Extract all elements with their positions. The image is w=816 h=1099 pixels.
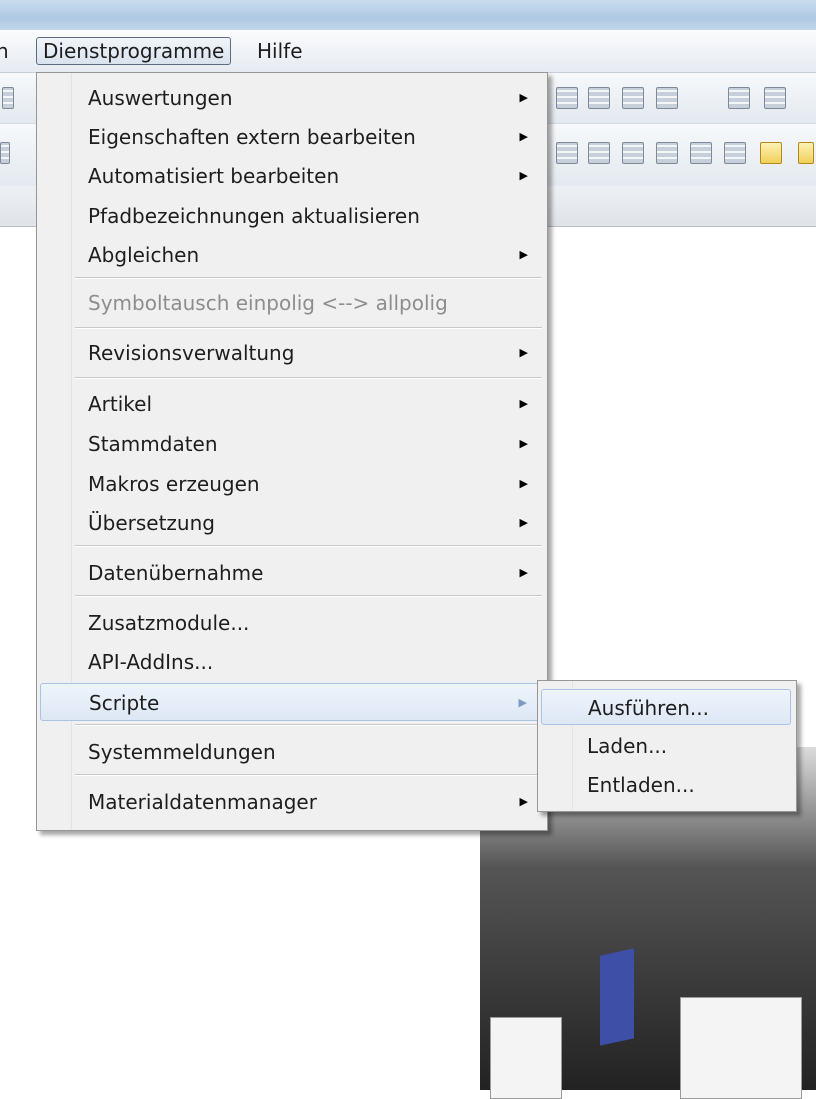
symbol-icon[interactable] [690, 142, 712, 164]
menu-item[interactable]: Scripte ▶ [40, 683, 542, 721]
menu-item[interactable]: Auswertungen ▶ [40, 79, 542, 117]
submenu-item-label: Entladen... [587, 773, 695, 797]
menu-item[interactable]: Artikel ▶ [40, 385, 542, 423]
menu-item[interactable]: Systemmeldungen [40, 733, 542, 771]
menu-item[interactable]: Übersetzung ▶ [40, 504, 542, 542]
menu-item-label: Zusatzmodule... [88, 611, 250, 635]
menu-separator [75, 545, 542, 547]
menu-item[interactable]: Pfadbezeichnungen aktualisieren [40, 197, 542, 235]
menubar-item-partial[interactable]: n [0, 37, 15, 65]
page-icon[interactable] [0, 142, 10, 164]
table-icon[interactable] [556, 87, 578, 109]
menu-item-label: Abgleichen [88, 243, 200, 267]
menu-item-label: Eigenschaften extern bearbeiten [88, 125, 416, 149]
submenu-arrow-icon: ▶ [519, 795, 528, 808]
menu-item-label: Revisionsverwaltung [88, 341, 295, 365]
submenu-arrow-icon: ▶ [519, 397, 528, 410]
menu-separator [75, 277, 542, 279]
menu-item-label: Materialdatenmanager [88, 790, 317, 814]
menu-item-label: Systemmeldungen [88, 740, 276, 764]
grid-icon[interactable] [728, 87, 750, 109]
menu-item[interactable]: API-AddIns... [40, 643, 542, 681]
table-icon[interactable] [588, 87, 610, 109]
symbol-gold-icon[interactable] [798, 142, 814, 164]
menubar-item-hilfe[interactable]: Hilfe [251, 37, 309, 65]
dienstprogramme-menu: Auswertungen ▶ Eigenschaften extern bearbe… [36, 72, 548, 831]
menu-item-label: Makros erzeugen [88, 472, 260, 496]
menubar-item-dienstprogramme[interactable]: Dienstprogramme [36, 37, 232, 65]
submenu-item[interactable]: Entladen... [541, 767, 791, 803]
submenu-item-label: Ausführen... [588, 696, 710, 720]
menu-separator [75, 724, 542, 726]
drawing-sheet [680, 997, 802, 1099]
grid-icon[interactable] [764, 87, 786, 109]
menu-item-label: Auswertungen [88, 86, 233, 110]
symbol-icon[interactable] [724, 142, 746, 164]
submenu-arrow-icon: ▶ [519, 169, 528, 182]
menu-item-label: Symboltausch einpolig <--> allpolig [88, 291, 448, 315]
symbol-icon[interactable] [556, 142, 578, 164]
table-icon[interactable] [622, 87, 644, 109]
menu-item[interactable]: Datenübernahme ▶ [40, 554, 542, 592]
symbol-icon[interactable] [656, 142, 678, 164]
menu-separator [75, 774, 542, 776]
menu-item-label: Stammdaten [88, 432, 218, 456]
menu-item[interactable]: Stammdaten ▶ [40, 425, 542, 463]
menu-item-label: Pfadbezeichnungen aktualisieren [88, 204, 420, 228]
menu-item: Symboltausch einpolig <--> allpolig [40, 284, 542, 322]
symbol-icon[interactable] [622, 142, 644, 164]
submenu-arrow-icon: ▶ [519, 477, 528, 490]
menu-item-label: Übersetzung [88, 511, 215, 535]
drawing-element [600, 948, 634, 1046]
symbol-gold-icon[interactable] [760, 142, 782, 164]
scripte-submenu: Ausführen... Laden... Entladen... [537, 680, 797, 812]
drawing-sheet [490, 1017, 562, 1099]
menu-item-label: Scripte [89, 691, 160, 715]
menu-bar: n Dienstprogramme Hilfe [0, 30, 816, 73]
submenu-item-label: Laden... [587, 734, 668, 758]
menu-item-label: Automatisiert bearbeiten [88, 164, 340, 188]
submenu-arrow-icon: ▶ [519, 91, 528, 104]
menu-item[interactable]: Abgleichen ▶ [40, 236, 542, 274]
menu-separator [75, 327, 542, 329]
menu-item-label: Artikel [88, 392, 153, 416]
submenu-arrow-icon: ▶ [519, 437, 528, 450]
menu-item-label: Datenübernahme [88, 561, 264, 585]
submenu-arrow-icon: ▶ [519, 566, 528, 579]
menu-item[interactable]: Zusatzmodule... [40, 604, 542, 642]
menu-separator [75, 595, 542, 597]
grid-icon[interactable] [2, 87, 14, 109]
submenu-item[interactable]: Laden... [541, 728, 791, 764]
menu-item[interactable]: Makros erzeugen ▶ [40, 465, 542, 503]
menu-item[interactable]: Materialdatenmanager ▶ [40, 783, 542, 821]
submenu-item[interactable]: Ausführen... [541, 689, 791, 725]
submenu-arrow-icon: ▶ [519, 130, 528, 143]
submenu-arrow-icon: ▶ [518, 696, 527, 709]
menu-separator [75, 377, 542, 379]
table-icon[interactable] [656, 87, 678, 109]
menu-item[interactable]: Eigenschaften extern bearbeiten ▶ [40, 118, 542, 156]
submenu-arrow-icon: ▶ [519, 346, 528, 359]
window-title-bar [0, 0, 816, 30]
submenu-arrow-icon: ▶ [519, 248, 528, 261]
symbol-icon[interactable] [588, 142, 610, 164]
menu-item-label: API-AddIns... [88, 650, 214, 674]
submenu-arrow-icon: ▶ [519, 516, 528, 529]
menu-item[interactable]: Revisionsverwaltung ▶ [40, 334, 542, 372]
menu-item[interactable]: Automatisiert bearbeiten ▶ [40, 157, 542, 195]
